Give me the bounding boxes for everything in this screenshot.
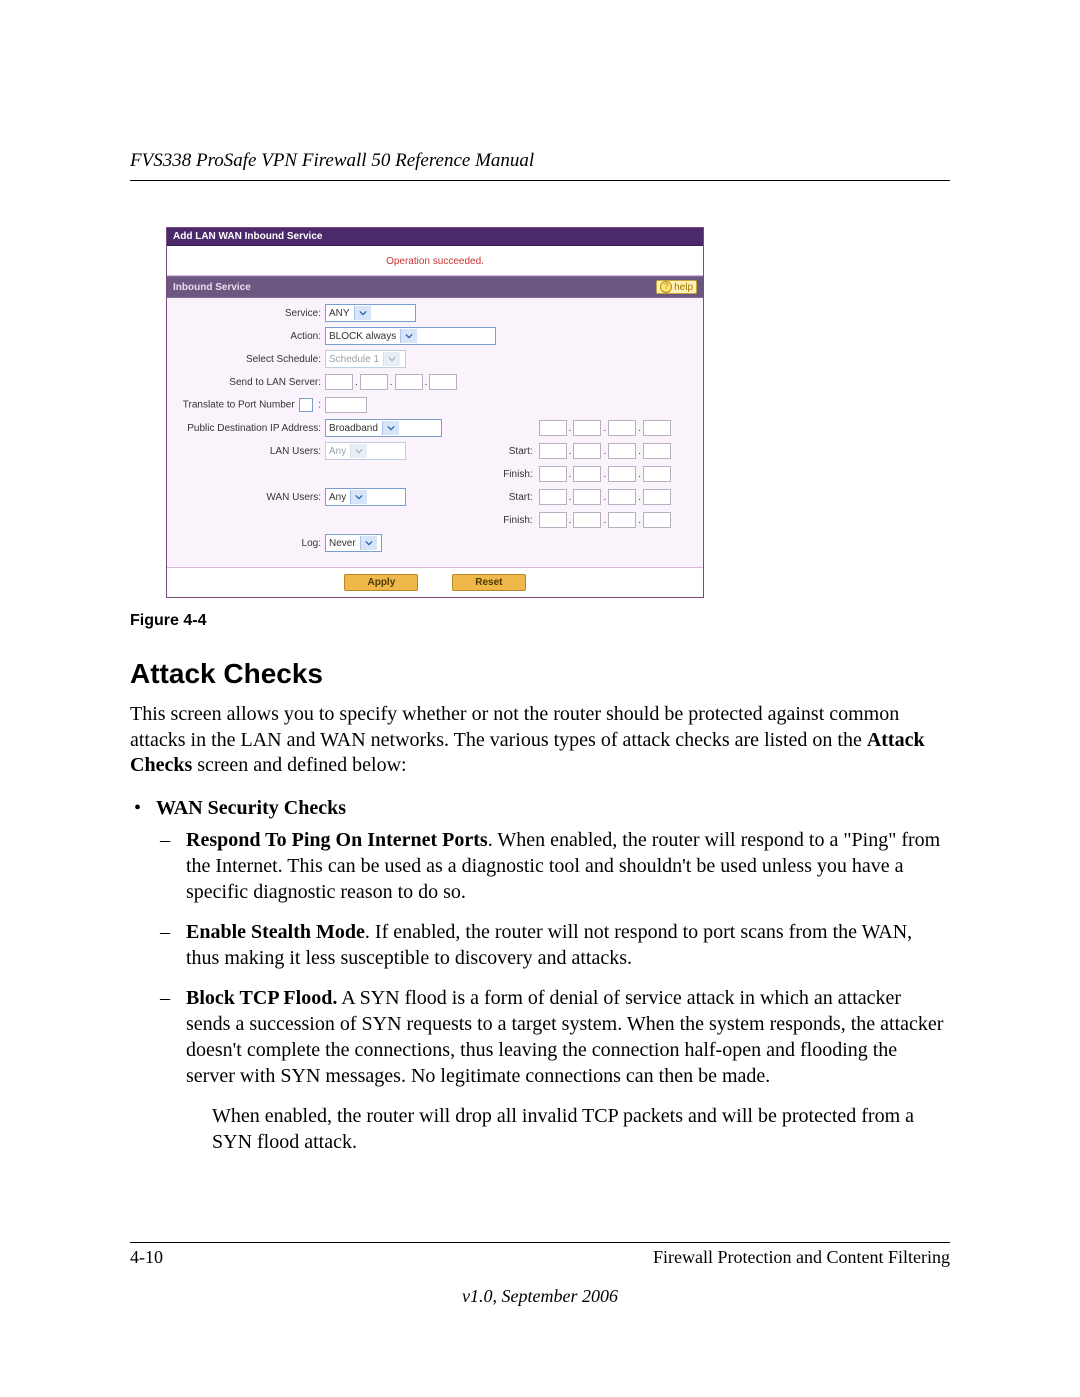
wan-users-select-value: Any (329, 492, 346, 503)
label-schedule: Select Schedule: (173, 354, 325, 365)
label-finish: Finish: (503, 515, 532, 526)
status-message: Operation succeeded. (167, 246, 703, 276)
label-translate-port: Translate to Port Number : (173, 398, 325, 412)
label-start: Start: (509, 446, 533, 457)
window-titlebar: Add LAN WAN Inbound Service (167, 228, 703, 246)
chevron-down-icon (400, 329, 417, 343)
lan-finish-ip[interactable]: ... (539, 466, 671, 482)
chevron-down-icon (354, 306, 371, 320)
lan-start-ip[interactable]: ... (539, 443, 671, 459)
apply-button[interactable]: Apply (344, 574, 418, 591)
schedule-select-value: Schedule 1 (329, 354, 379, 365)
pub-dest-select[interactable]: Broadband (325, 419, 442, 437)
page-footer: 4-10 Firewall Protection and Content Fil… (130, 1242, 950, 1307)
panel-title: Inbound Service (173, 282, 251, 293)
chevron-down-icon (360, 536, 377, 550)
chevron-down-icon (350, 444, 367, 458)
label-start: Start: (509, 492, 533, 503)
wan-finish-ip[interactable]: ... (539, 512, 671, 528)
log-select-value: Never (329, 538, 356, 549)
chevron-down-icon (382, 421, 399, 435)
section-title: Attack Checks (130, 658, 950, 690)
panel-body: Service: ANY Action: BLOCK always Select… (167, 298, 703, 567)
lan-server-ip[interactable]: ... (325, 374, 457, 390)
dash-follow-text: When enabled, the router will drop all i… (212, 1103, 950, 1155)
help-link[interactable]: ? help (656, 280, 697, 294)
wan-users-select[interactable]: Any (325, 488, 406, 506)
lan-users-select-value: Any (329, 446, 346, 457)
service-select[interactable]: ANY (325, 304, 416, 322)
service-select-value: ANY (329, 308, 350, 319)
action-select-value: BLOCK always (329, 331, 396, 342)
label-wan-users: WAN Users: (173, 492, 325, 503)
schedule-select: Schedule 1 (325, 350, 406, 368)
label-lan-users: LAN Users: (173, 446, 325, 457)
pub-dest-select-value: Broadband (329, 423, 378, 434)
footer-version: v1.0, September 2006 (130, 1286, 950, 1307)
help-icon: ? (660, 281, 672, 293)
panel-header: Inbound Service ? help (167, 276, 703, 298)
intro-paragraph: This screen allows you to specify whethe… (130, 702, 950, 779)
footer-page-number: 4-10 (130, 1247, 163, 1268)
help-label: help (674, 282, 693, 293)
screenshot-add-inbound-service: Add LAN WAN Inbound Service Operation su… (166, 227, 704, 598)
label-service: Service: (173, 308, 325, 319)
log-select[interactable]: Never (325, 534, 382, 552)
chevron-down-icon (383, 352, 400, 366)
button-bar: Apply Reset (167, 567, 703, 597)
figure-caption: Figure 4-4 (130, 612, 950, 630)
action-select[interactable]: BLOCK always (325, 327, 496, 345)
translate-port-checkbox[interactable] (299, 398, 313, 412)
label-finish: Finish: (503, 469, 532, 480)
chevron-down-icon (350, 490, 367, 504)
lan-users-select: Any (325, 442, 406, 460)
label-log: Log: (173, 538, 325, 549)
dash-respond-to-ping: Respond To Ping On Internet Ports. When … (156, 827, 950, 905)
label-pub-dest: Public Destination IP Address: (173, 423, 325, 434)
label-action: Action: (173, 331, 325, 342)
pub-dest-ip[interactable]: ... (539, 420, 671, 436)
translate-port-input[interactable] (325, 397, 367, 413)
footer-section-name: Firewall Protection and Content Filterin… (653, 1247, 950, 1268)
reset-button[interactable]: Reset (452, 574, 525, 591)
wan-start-ip[interactable]: ... (539, 489, 671, 505)
dash-block-tcp-flood: Block TCP Flood. A SYN flood is a form o… (156, 985, 950, 1089)
manual-header-title: FVS338 ProSafe VPN Firewall 50 Reference… (130, 150, 950, 181)
dash-enable-stealth-mode: Enable Stealth Mode. If enabled, the rou… (156, 919, 950, 971)
bullet-wan-security-checks: WAN Security Checks Respond To Ping On I… (130, 795, 950, 1155)
label-lan-server: Send to LAN Server: (173, 377, 325, 388)
